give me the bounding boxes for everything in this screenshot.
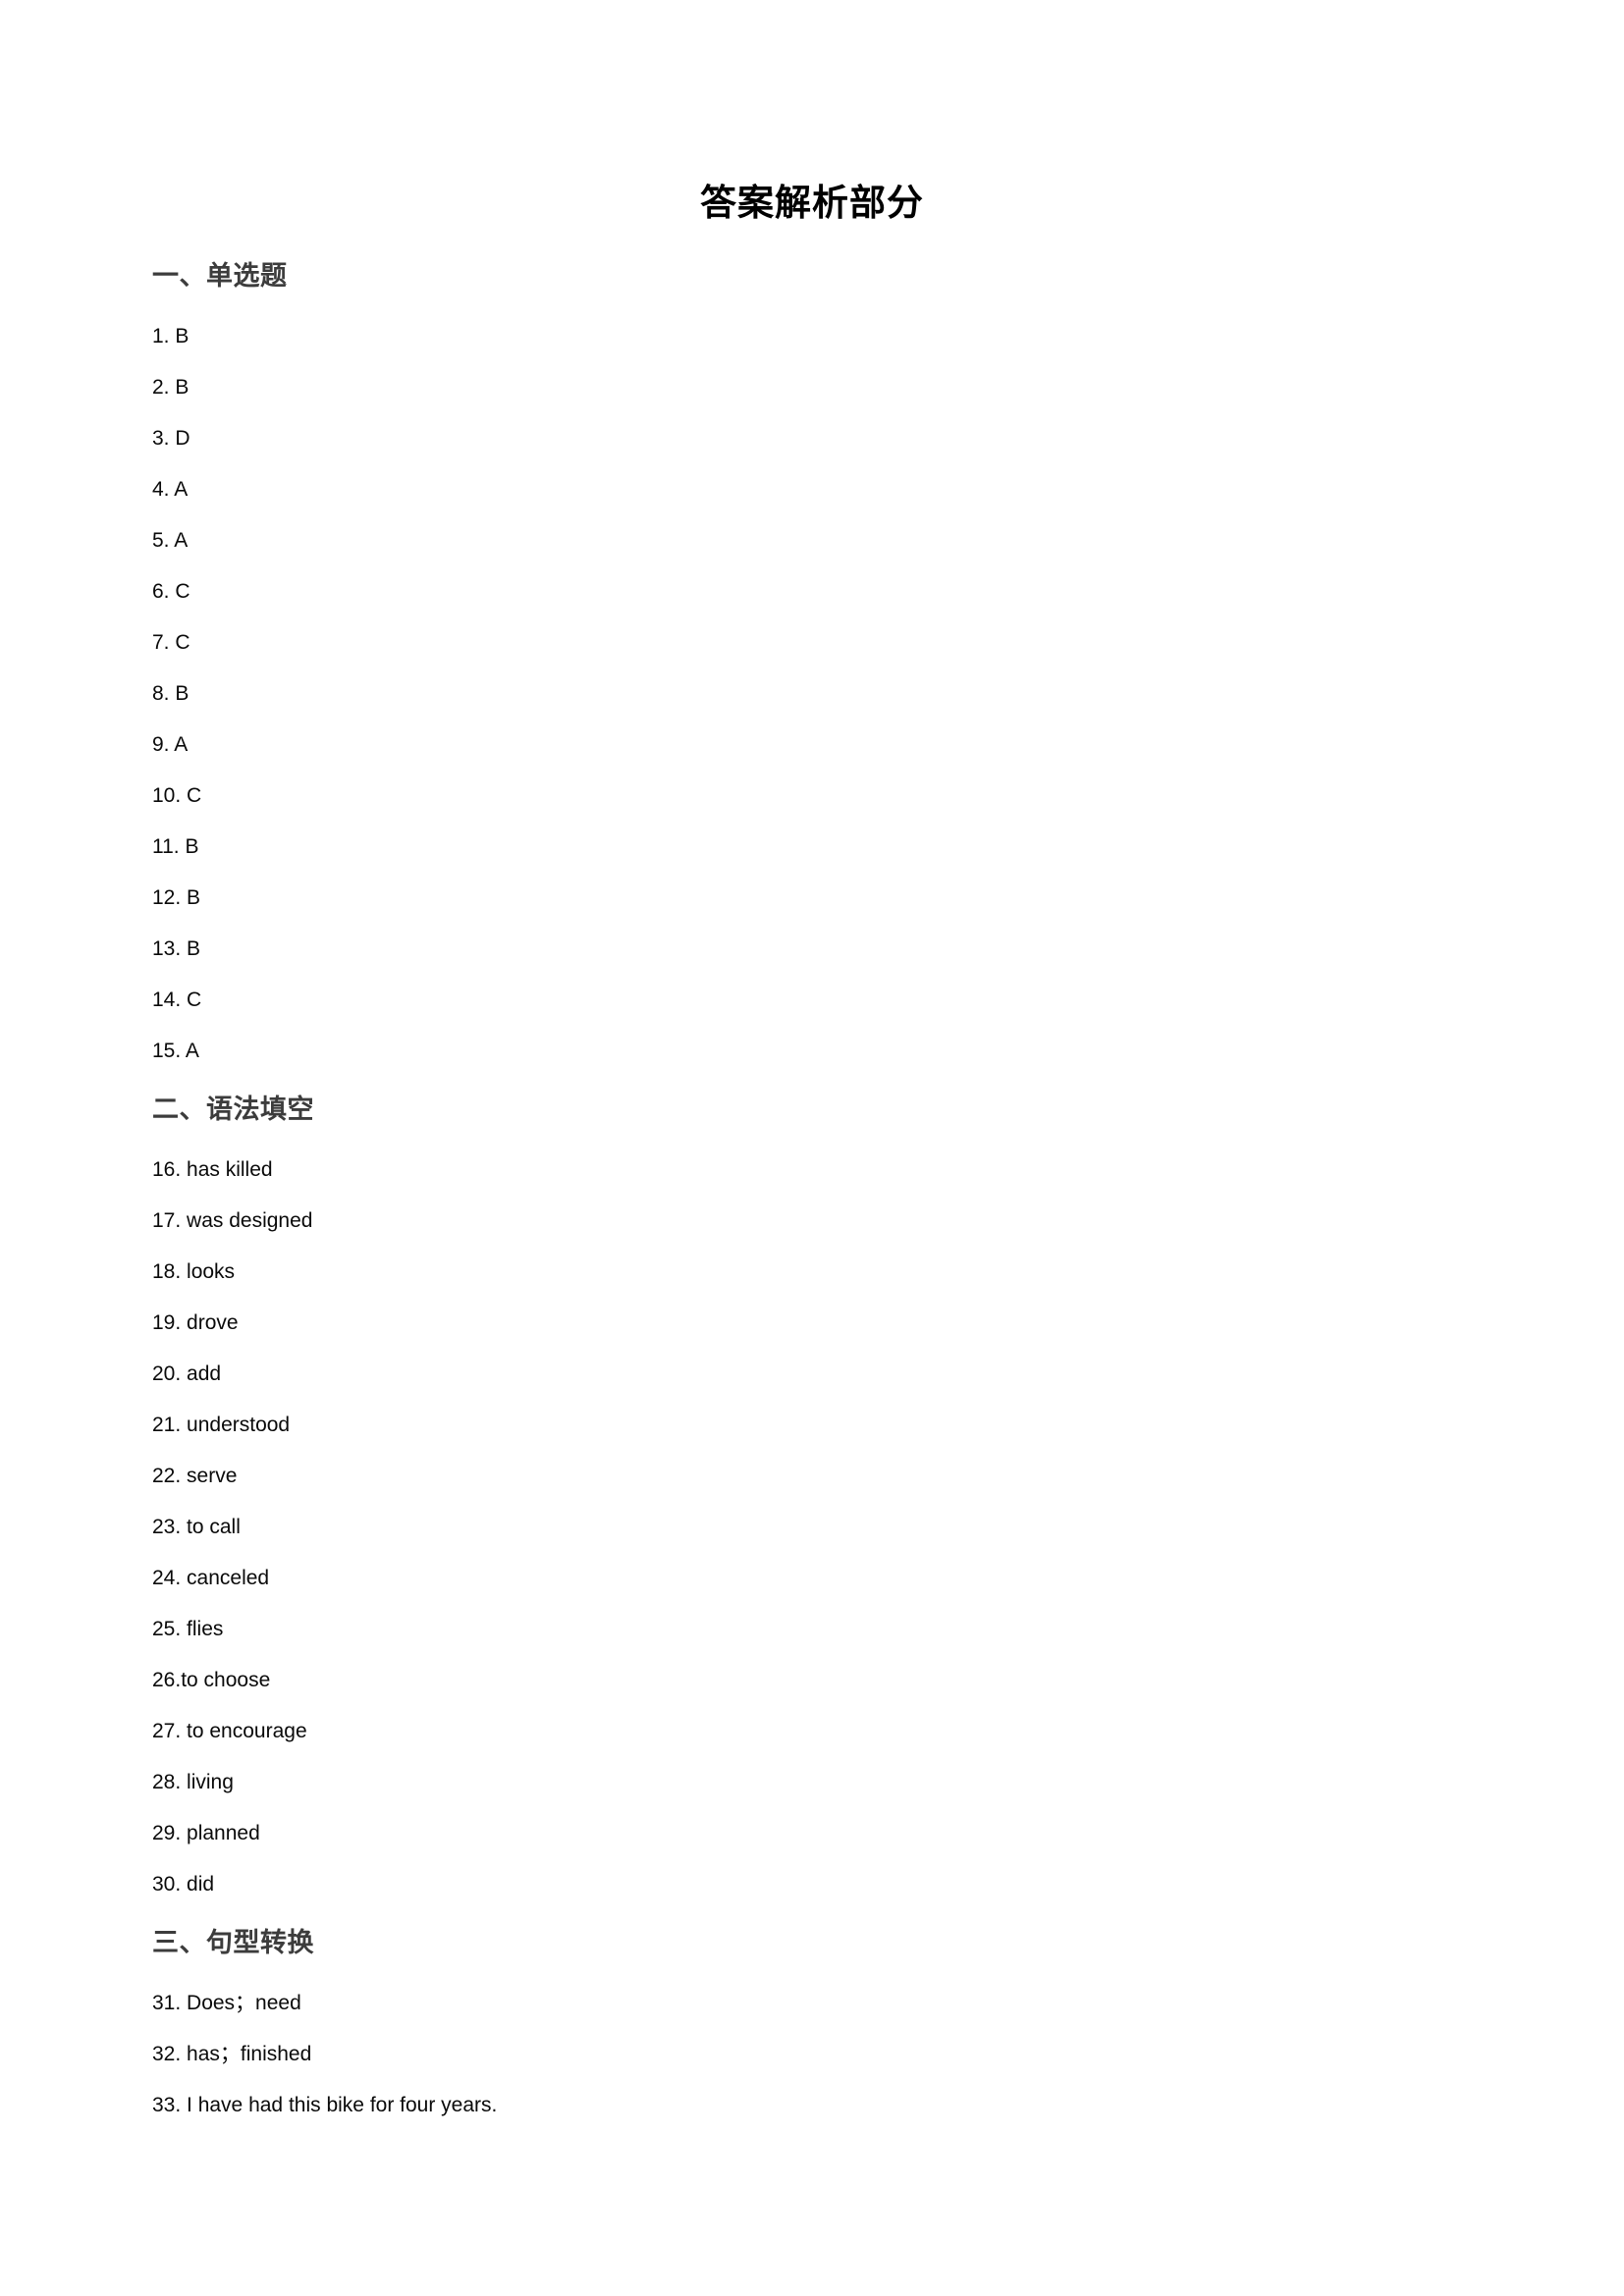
answer-item: 25. flies <box>152 1618 224 1640</box>
answer-item: 27. to encourage <box>152 1720 307 1742</box>
answer-item: 9. A <box>152 733 189 756</box>
answer-item: 7. C <box>152 631 190 654</box>
answer-item: 30. did <box>152 1873 215 1896</box>
page-title: 答案解析部分 <box>700 183 924 224</box>
answer-item: 15. A <box>152 1040 199 1062</box>
answer-item: 23. to call <box>152 1516 241 1538</box>
document-body: 一、单选题 1. B 2. B 3. D 4. A 5. A 6. C 7. C… <box>152 257 1468 2131</box>
answer-item: 3. D <box>152 427 190 450</box>
section-heading-2: 二、语法填空 <box>152 1095 314 1124</box>
answer-item: 32. has；finished <box>152 2043 312 2065</box>
answer-item: 1. B <box>152 325 189 347</box>
answer-item: 29. planned <box>152 1822 260 1844</box>
answer-item: 5. A <box>152 529 189 552</box>
answer-item: 2. B <box>152 376 189 399</box>
answer-item: 33. I have had this bike for four years. <box>152 2094 498 2116</box>
answer-item: 12. B <box>152 886 201 909</box>
answer-list-2: 16. has killed 17. was designed 18. look… <box>152 1145 1468 1910</box>
answer-item: 10. C <box>152 784 202 807</box>
answer-item: 28. living <box>152 1771 234 1793</box>
answer-item: 8. B <box>152 682 189 705</box>
section-heading-1: 一、单选题 <box>152 261 288 291</box>
answer-item: 17. was designed <box>152 1209 313 1232</box>
answer-item: 16. has killed <box>152 1158 273 1181</box>
answer-item: 18. looks <box>152 1260 236 1283</box>
section-heading-3: 三、句型转换 <box>152 1928 314 1957</box>
answer-item: 11. B <box>152 835 199 858</box>
answer-item: 31. Does；need <box>152 1992 301 2014</box>
answer-item: 24. canceled <box>152 1567 270 1589</box>
document-page: 答案解析部分 一、单选题 1. B 2. B 3. D 4. A 5. A 6.… <box>0 0 1624 2296</box>
answer-item: 20. add <box>152 1362 222 1385</box>
answer-list-3: 31. Does；need 32. has；finished 33. I hav… <box>152 1978 1468 2131</box>
answer-item: 6. C <box>152 580 190 603</box>
answer-item: 21. understood <box>152 1414 291 1436</box>
answer-item: 19. drove <box>152 1311 239 1334</box>
answer-item: 22. serve <box>152 1465 238 1487</box>
answer-item: 4. A <box>152 478 189 501</box>
answer-item: 26.to choose <box>152 1669 271 1691</box>
answer-item: 13. B <box>152 937 201 960</box>
answer-item: 14. C <box>152 988 202 1011</box>
answer-list-1: 1. B 2. B 3. D 4. A 5. A 6. C 7. C 8. B … <box>152 311 1468 1077</box>
